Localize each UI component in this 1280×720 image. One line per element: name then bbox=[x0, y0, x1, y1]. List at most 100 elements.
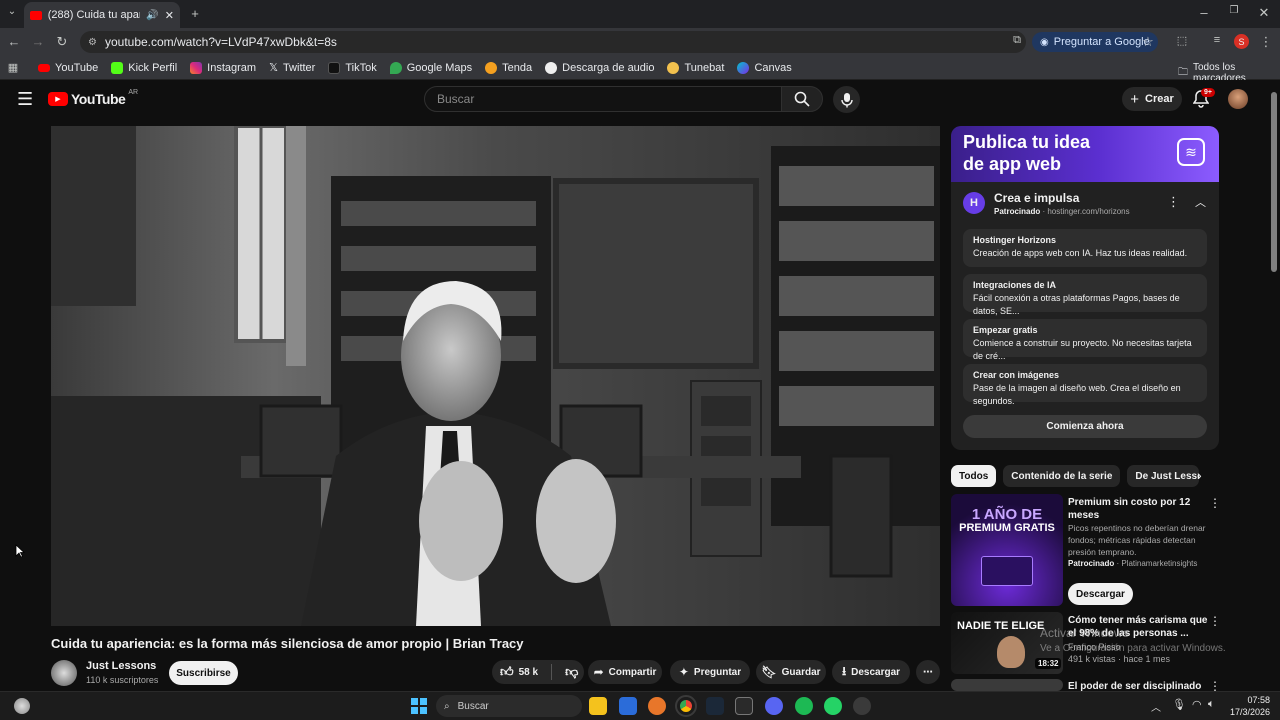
channel-avatar[interactable] bbox=[51, 660, 77, 686]
minimize-icon[interactable]: – bbox=[1192, 5, 1216, 20]
taskbar-search[interactable]: ⌕ Buscar bbox=[436, 695, 582, 717]
microphone-tray-icon[interactable]: 🎙︎ bbox=[1172, 698, 1186, 711]
search-button[interactable] bbox=[781, 86, 823, 112]
ad-row-images[interactable]: Crear con imágenes Pase de la imagen al d… bbox=[963, 364, 1207, 406]
store-icon[interactable] bbox=[619, 697, 637, 715]
url-field[interactable]: ⚙ youtube.com/watch?v=LVdP47xwDbk&t=8s bbox=[80, 31, 1026, 53]
rec-thumbnail[interactable]: 1 AÑO DE PREMIUM GRATIS bbox=[951, 494, 1063, 606]
bookmark-audio-download[interactable]: Descarga de audio bbox=[545, 61, 654, 74]
profile-avatar[interactable]: S bbox=[1234, 34, 1249, 49]
download-button[interactable]: ⭳ Descargar bbox=[832, 660, 910, 684]
like-button[interactable]: 👍︎ 58 k bbox=[500, 664, 538, 680]
chrome-icon[interactable] bbox=[675, 695, 697, 717]
ad-row-horizons[interactable]: Hostinger Horizons Creación de apps web c… bbox=[963, 229, 1207, 267]
share-button[interactable]: ➦ Compartir bbox=[588, 660, 662, 684]
chip-series[interactable]: Contenido de la serie bbox=[1003, 465, 1121, 487]
new-tab-icon[interactable]: + bbox=[183, 6, 207, 21]
rec-more-icon[interactable]: ⋮ bbox=[1209, 679, 1221, 691]
user-avatar[interactable] bbox=[1228, 89, 1248, 109]
weather-widget-icon[interactable] bbox=[14, 698, 30, 714]
youtube-logo[interactable]: ▶ YouTube AR bbox=[48, 89, 138, 107]
hamburger-menu-icon[interactable]: ☰ bbox=[17, 90, 33, 108]
wifi-icon[interactable]: ◠ bbox=[1192, 698, 1202, 711]
recommendation-ad[interactable]: 1 AÑO DE PREMIUM GRATIS Premium sin cost… bbox=[951, 494, 1221, 609]
share-arrow-icon: ➦ bbox=[593, 665, 604, 679]
rec-thumbnail[interactable] bbox=[951, 679, 1063, 691]
hostinger-logo-icon: H bbox=[963, 192, 985, 214]
mouse-cursor-icon bbox=[15, 544, 25, 558]
extensions-icon[interactable]: ⬚ bbox=[1170, 34, 1194, 47]
tab-close-icon[interactable]: ✕ bbox=[165, 9, 174, 22]
video-player[interactable] bbox=[51, 126, 940, 626]
tab-search-icon[interactable]: ⌄ bbox=[0, 6, 24, 17]
volume-icon[interactable]: 🔈︎ bbox=[1208, 698, 1215, 711]
windows-start-icon[interactable] bbox=[411, 698, 427, 714]
ad-row-start-free[interactable]: Empezar gratis Comience a construir su pr… bbox=[963, 319, 1207, 361]
discord-icon[interactable] bbox=[765, 697, 783, 715]
bookmark-star-icon[interactable]: ☆ bbox=[1136, 34, 1160, 50]
browser-tab-bar: ⌄ (288) Cuida tu apariencia: e 🔊 ✕ + – ❐… bbox=[0, 0, 1280, 28]
dislike-button[interactable]: 👎︎ bbox=[565, 664, 578, 680]
bookmark-tunebat[interactable]: Tunebat bbox=[667, 61, 724, 74]
install-app-icon[interactable]: ⧉ bbox=[1005, 34, 1029, 47]
notifications-button[interactable]: 9+ bbox=[1192, 88, 1215, 113]
bookmark-youtube[interactable]: YouTube bbox=[38, 62, 98, 74]
bookmark-tiktok[interactable]: TikTok bbox=[328, 61, 377, 74]
window-close-icon[interactable]: ✕ bbox=[1252, 5, 1276, 21]
recommendation-video-partial[interactable]: El poder de ser disciplinado ⋮ bbox=[951, 679, 1221, 691]
apps-grid-icon[interactable]: ▦ bbox=[0, 61, 26, 74]
more-actions-button[interactable]: ⋯ bbox=[916, 660, 940, 684]
chips-next-chevron-icon[interactable]: › bbox=[1197, 467, 1202, 483]
rec-title: Premium sin costo por 12 meses bbox=[1068, 497, 1191, 521]
create-button[interactable]: + Crear bbox=[1122, 87, 1182, 111]
chrome-menu-icon[interactable]: ⋮ bbox=[1254, 34, 1278, 50]
ad-banner-line-2: de app web bbox=[963, 154, 1062, 174]
forward-icon[interactable]: → bbox=[26, 34, 50, 49]
file-explorer-icon[interactable] bbox=[589, 697, 607, 715]
ad-more-icon[interactable]: ⋮ bbox=[1167, 194, 1180, 210]
spotify-icon[interactable] bbox=[795, 697, 813, 715]
collapse-chevron-icon[interactable]: ︿ bbox=[1195, 194, 1206, 210]
clock[interactable]: 07:58 17/3/2026 bbox=[1222, 694, 1270, 718]
brave-icon[interactable] bbox=[648, 697, 666, 715]
epic-games-icon[interactable] bbox=[735, 697, 753, 715]
bookmark-twitter[interactable]: 𝕏 Twitter bbox=[269, 61, 315, 75]
browser-tab[interactable]: (288) Cuida tu apariencia: e 🔊 ✕ bbox=[24, 2, 180, 28]
search-input[interactable]: Buscar bbox=[424, 86, 782, 112]
bookmark-instagram[interactable]: Instagram bbox=[190, 61, 256, 74]
back-icon[interactable]: ← bbox=[2, 34, 26, 49]
bookmark-google-maps[interactable]: Google Maps bbox=[389, 61, 472, 74]
like-dislike-group: 👍︎ 58 k 👎︎ bbox=[492, 660, 584, 684]
channel-name[interactable]: Just Lessons bbox=[86, 660, 156, 672]
restore-icon[interactable]: ❐ bbox=[1222, 5, 1246, 16]
reload-icon[interactable]: ↻ bbox=[50, 34, 74, 50]
rec-views: 491 k vistas · hace 1 mes bbox=[1068, 654, 1171, 664]
rec-more-icon[interactable]: ⋮ bbox=[1209, 614, 1221, 628]
ad-cta-button[interactable]: Comienza ahora bbox=[963, 415, 1207, 438]
kick-icon bbox=[111, 61, 124, 74]
chip-channel[interactable]: De Just Lessons bbox=[1127, 465, 1200, 487]
site-info-icon[interactable]: ⚙ bbox=[88, 37, 97, 48]
steam-icon[interactable] bbox=[706, 697, 724, 715]
subscribe-button[interactable]: Suscribirse bbox=[169, 661, 238, 685]
tray-expand-icon[interactable]: ︿ bbox=[1151, 699, 1161, 714]
page-scrollbar[interactable] bbox=[1271, 92, 1277, 272]
app-icon[interactable] bbox=[853, 697, 871, 715]
chip-all[interactable]: Todos bbox=[951, 465, 997, 487]
ad-banner[interactable]: Publica tu idea de app web ≋ bbox=[951, 126, 1219, 182]
speaker-icon[interactable]: 🔊 bbox=[146, 10, 158, 21]
voice-search-button[interactable] bbox=[833, 86, 860, 113]
rec-more-icon[interactable]: ⋮ bbox=[1209, 496, 1221, 510]
reading-list-icon[interactable]: ≡ bbox=[1205, 34, 1229, 46]
whatsapp-icon[interactable] bbox=[824, 697, 842, 715]
laptop-graphic bbox=[981, 556, 1033, 586]
save-button[interactable]: 🔖︎ Guardar bbox=[756, 660, 826, 684]
ask-button[interactable]: ✦ Preguntar bbox=[670, 660, 750, 684]
google-lens-icon: ◉ bbox=[1040, 36, 1049, 48]
bookmark-kick[interactable]: Kick Perfil bbox=[111, 61, 177, 74]
bookmark-tenda[interactable]: Tenda bbox=[485, 61, 532, 74]
rec-download-button[interactable]: Descargar bbox=[1068, 583, 1133, 605]
folder-icon: 🗀 bbox=[1178, 66, 1188, 78]
ad-row-integrations[interactable]: Integraciones de IA Fácil conexión a otra… bbox=[963, 274, 1207, 316]
bookmark-canvas[interactable]: Canvas bbox=[737, 61, 792, 74]
